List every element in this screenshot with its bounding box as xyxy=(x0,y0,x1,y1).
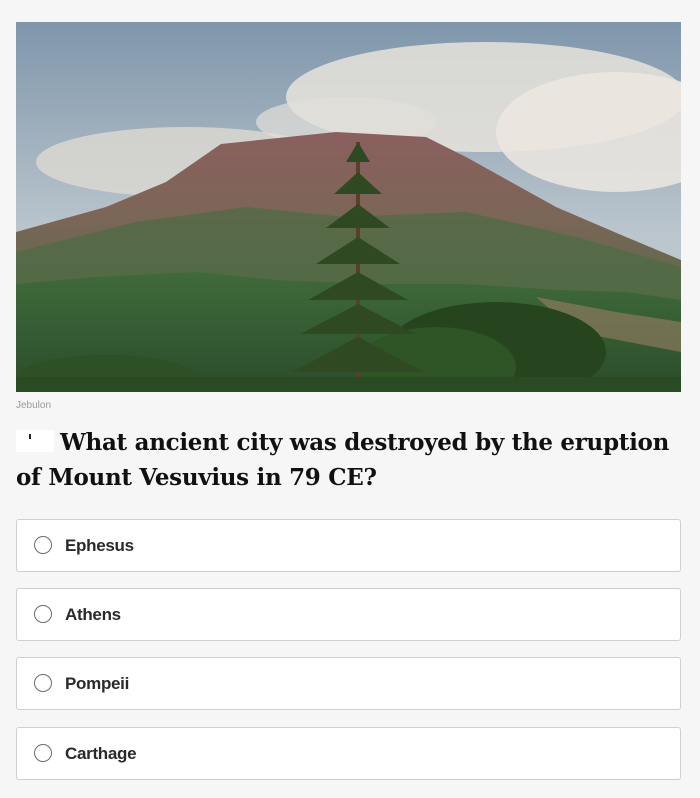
radio-icon[interactable] xyxy=(34,674,52,692)
answer-option-athens[interactable]: Athens xyxy=(16,588,681,641)
radio-icon[interactable] xyxy=(34,744,52,762)
question-number-badge xyxy=(16,430,54,452)
question-text: What ancient city was destroyed by the e… xyxy=(16,425,688,495)
answer-option-pompeii[interactable]: Pompeii xyxy=(16,657,681,710)
answer-option-label: Carthage xyxy=(65,744,137,763)
mount-vesuvius-photo xyxy=(16,22,681,392)
question-label: What ancient city was destroyed by the e… xyxy=(16,429,669,491)
answer-option-carthage[interactable]: Carthage xyxy=(16,727,681,780)
answer-options: Ephesus Athens Pompeii Carthage xyxy=(16,519,681,796)
answer-option-label: Athens xyxy=(65,605,121,624)
answer-option-ephesus[interactable]: Ephesus xyxy=(16,519,681,572)
photo-credit: Jebulon xyxy=(16,400,52,411)
question-number-mark xyxy=(29,434,31,439)
quiz-page: Jebulon What ancient city was destroyed … xyxy=(0,0,700,798)
radio-icon[interactable] xyxy=(34,536,52,554)
answer-option-label: Ephesus xyxy=(65,536,134,555)
answer-option-label: Pompeii xyxy=(65,674,130,693)
radio-icon[interactable] xyxy=(34,605,52,623)
